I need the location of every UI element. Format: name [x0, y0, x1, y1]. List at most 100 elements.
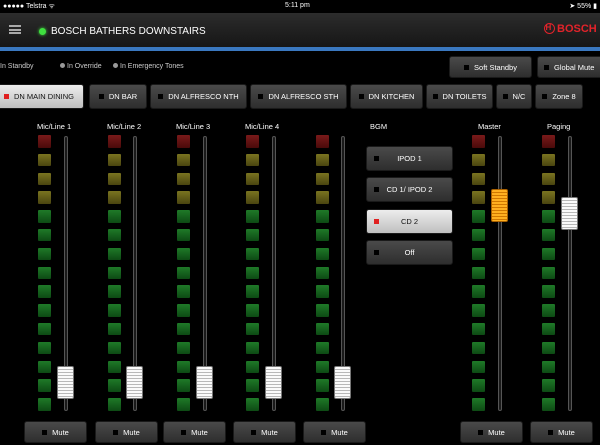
meter-segment — [176, 209, 191, 224]
meter-segment — [37, 190, 52, 205]
meter-segment — [471, 321, 486, 337]
zone-tab-5-label: DN TOILETS — [442, 92, 487, 101]
meter-segment — [541, 171, 556, 187]
clock: 5:11 pm — [285, 2, 310, 9]
bgm-option-3[interactable]: Off — [366, 240, 453, 265]
meter-segment — [107, 378, 122, 393]
bosch-logo: BOSCH — [544, 23, 597, 35]
meter-segment — [471, 284, 486, 299]
checkbox-icon — [544, 64, 549, 70]
global-mute-button[interactable]: Global Mute — [537, 56, 600, 78]
meter-segment — [107, 340, 122, 356]
bgm-option-3-label: Off — [404, 248, 415, 257]
master-fader-knob[interactable] — [491, 189, 508, 223]
channel-4-mute-button[interactable]: Mute — [233, 421, 296, 443]
meter-segment — [176, 303, 191, 318]
meter-segment — [541, 340, 556, 356]
channel-1-label: Mic/Line 1 — [37, 122, 72, 131]
meter-segment — [471, 209, 486, 224]
paging-label: Paging — [547, 122, 571, 131]
zone-tab-7-label: Zone 8 — [552, 92, 576, 101]
meter-segment — [315, 134, 330, 149]
channel-3-fader-knob[interactable] — [196, 365, 213, 399]
channel-2-fader-knob[interactable] — [126, 365, 143, 399]
channel-1-mute-button-label: Mute — [52, 427, 69, 437]
bgm-option-0[interactable]: IPOD 1 — [366, 146, 453, 171]
checkbox-icon — [98, 94, 104, 99]
meter-segment — [176, 321, 191, 337]
meter-segment — [471, 303, 486, 318]
bgm-option-2[interactable]: CD 2 — [366, 209, 453, 234]
app-header: BOSCH BATHERS DOWNSTAIRS BOSCH — [0, 13, 600, 47]
zone-tab-0[interactable]: DN MAIN DINING — [0, 84, 84, 109]
meter-segment — [107, 171, 122, 187]
master-mute-button[interactable]: Mute — [460, 421, 523, 443]
channel-2-label: Mic/Line 2 — [107, 122, 142, 131]
channel-1-mute-button[interactable]: Mute — [24, 421, 87, 443]
meter-segment — [176, 152, 191, 168]
meter-segment — [471, 171, 486, 187]
checkbox-icon — [502, 94, 508, 99]
meter-segment — [176, 134, 191, 149]
meter-segment — [541, 190, 556, 205]
meter-segment — [176, 397, 191, 412]
channel-3-mute-button[interactable]: Mute — [163, 421, 226, 443]
soft-standby-label: Soft Standby — [474, 62, 517, 72]
meter-segment — [471, 152, 486, 168]
zone-tab-5[interactable]: DN TOILETS — [426, 84, 493, 109]
meter-segment — [471, 359, 486, 375]
logo-text: BOSCH — [557, 23, 597, 35]
zone-tab-2[interactable]: DN ALFRESCO NTH — [150, 84, 247, 109]
checkbox-icon — [113, 429, 119, 435]
channel-3-mute-button-label: Mute — [191, 427, 208, 437]
meter-segment — [315, 227, 330, 243]
zone-tab-3[interactable]: DN ALFRESCO STH — [250, 84, 347, 109]
meter-segment — [315, 152, 330, 168]
meter-segment — [315, 246, 330, 262]
zone-tab-7[interactable]: Zone 8 — [535, 84, 583, 109]
paging-fader-track[interactable] — [568, 136, 572, 411]
meter-segment — [37, 303, 52, 318]
meter-segment — [245, 209, 260, 224]
soft-standby-button[interactable]: Soft Standby — [449, 56, 532, 78]
checkbox-icon — [548, 429, 554, 435]
checkbox-icon — [358, 94, 364, 99]
meter-segment — [107, 152, 122, 168]
hamburger-menu-icon[interactable] — [9, 25, 21, 34]
paging-fader-knob[interactable] — [561, 196, 578, 230]
meter-segment — [245, 284, 260, 299]
meter-segment — [37, 321, 52, 337]
meter-segment — [541, 209, 556, 224]
paging-level-meter — [541, 134, 556, 416]
channel-5-mute-button-label: Mute — [331, 427, 348, 437]
meter-segment — [176, 190, 191, 205]
master-fader-track[interactable] — [498, 136, 502, 411]
paging-mute-button[interactable]: Mute — [530, 421, 593, 443]
override-dot-icon — [60, 63, 65, 68]
channel-5-mute-button[interactable]: Mute — [303, 421, 366, 443]
meter-segment — [315, 303, 330, 318]
master-mute-button-label: Mute — [488, 427, 505, 437]
zone-tab-6[interactable]: N/C — [496, 84, 532, 109]
meter-segment — [245, 246, 260, 262]
meter-segment — [541, 134, 556, 149]
bgm-option-2-label: CD 2 — [400, 217, 419, 226]
bgm-option-1[interactable]: CD 1/ IPOD 2 — [366, 177, 453, 202]
zone-tab-6-label: N/C — [512, 92, 526, 101]
channel-1-fader-knob[interactable] — [57, 365, 74, 399]
channel-2-mute-button[interactable]: Mute — [95, 421, 158, 443]
online-status-icon — [39, 28, 46, 35]
meter-segment — [245, 227, 260, 243]
meter-segment — [37, 397, 52, 412]
zone-tab-4[interactable]: DN KITCHEN — [350, 84, 423, 109]
meter-segment — [107, 321, 122, 337]
channel-3-label: Mic/Line 3 — [176, 122, 211, 131]
meter-segment — [245, 190, 260, 205]
zone-tab-1[interactable]: DN BAR — [89, 84, 147, 109]
channel-5-fader-knob[interactable] — [334, 365, 351, 399]
meter-segment — [37, 378, 52, 393]
bgm-option-0-label: IPOD 1 — [397, 154, 422, 163]
meter-segment — [245, 152, 260, 168]
legend-standby: In Standby — [0, 63, 33, 70]
channel-4-fader-knob[interactable] — [265, 365, 282, 399]
